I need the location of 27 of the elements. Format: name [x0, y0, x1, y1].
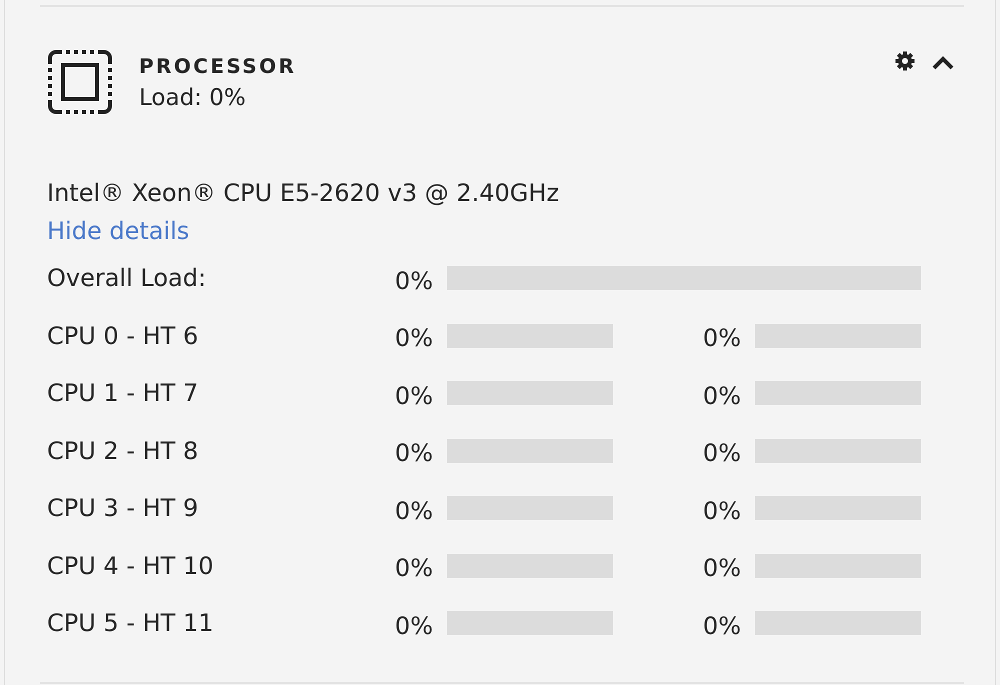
load-reading: 0%: [394, 380, 433, 410]
load-reading: 0%: [394, 553, 433, 583]
processor-model: Intel® Xeon® CPU E5-2620 v3 @ 2.40GHz: [47, 178, 560, 208]
hide-details-link[interactable]: Hide details: [47, 216, 190, 246]
row-label: CPU 0 - HT 6: [47, 320, 198, 350]
load-reading: 0%: [702, 323, 741, 353]
load-reading: 0%: [702, 553, 741, 583]
load-reading: 0%: [702, 496, 741, 526]
row-label: CPU 1 - HT 7: [47, 378, 198, 408]
row-label: Overall Load:: [47, 263, 206, 293]
load-summary: Load: 0%: [139, 84, 246, 113]
load-reading: 0%: [702, 380, 741, 410]
settings-icon[interactable]: [895, 51, 915, 71]
processor-chip-icon: [48, 50, 112, 114]
chevron-icon[interactable]: [931, 55, 955, 71]
row-label: CPU 3 - HT 9: [47, 493, 198, 523]
row-label: CPU 2 - HT 8: [47, 436, 198, 466]
row-label: CPU 5 - HT 11: [47, 608, 214, 638]
row-label: CPU 4 - HT 10: [47, 550, 214, 580]
load-reading: 0%: [394, 438, 433, 468]
load-reading: 0%: [702, 438, 741, 468]
load-reading: 0%: [394, 496, 433, 526]
panel-title: PROCESSOR: [139, 53, 296, 79]
load-reading: 0%: [394, 266, 433, 296]
load-reading: 0%: [394, 610, 433, 640]
load-reading: 0%: [702, 610, 741, 640]
load-reading: 0%: [394, 323, 433, 353]
